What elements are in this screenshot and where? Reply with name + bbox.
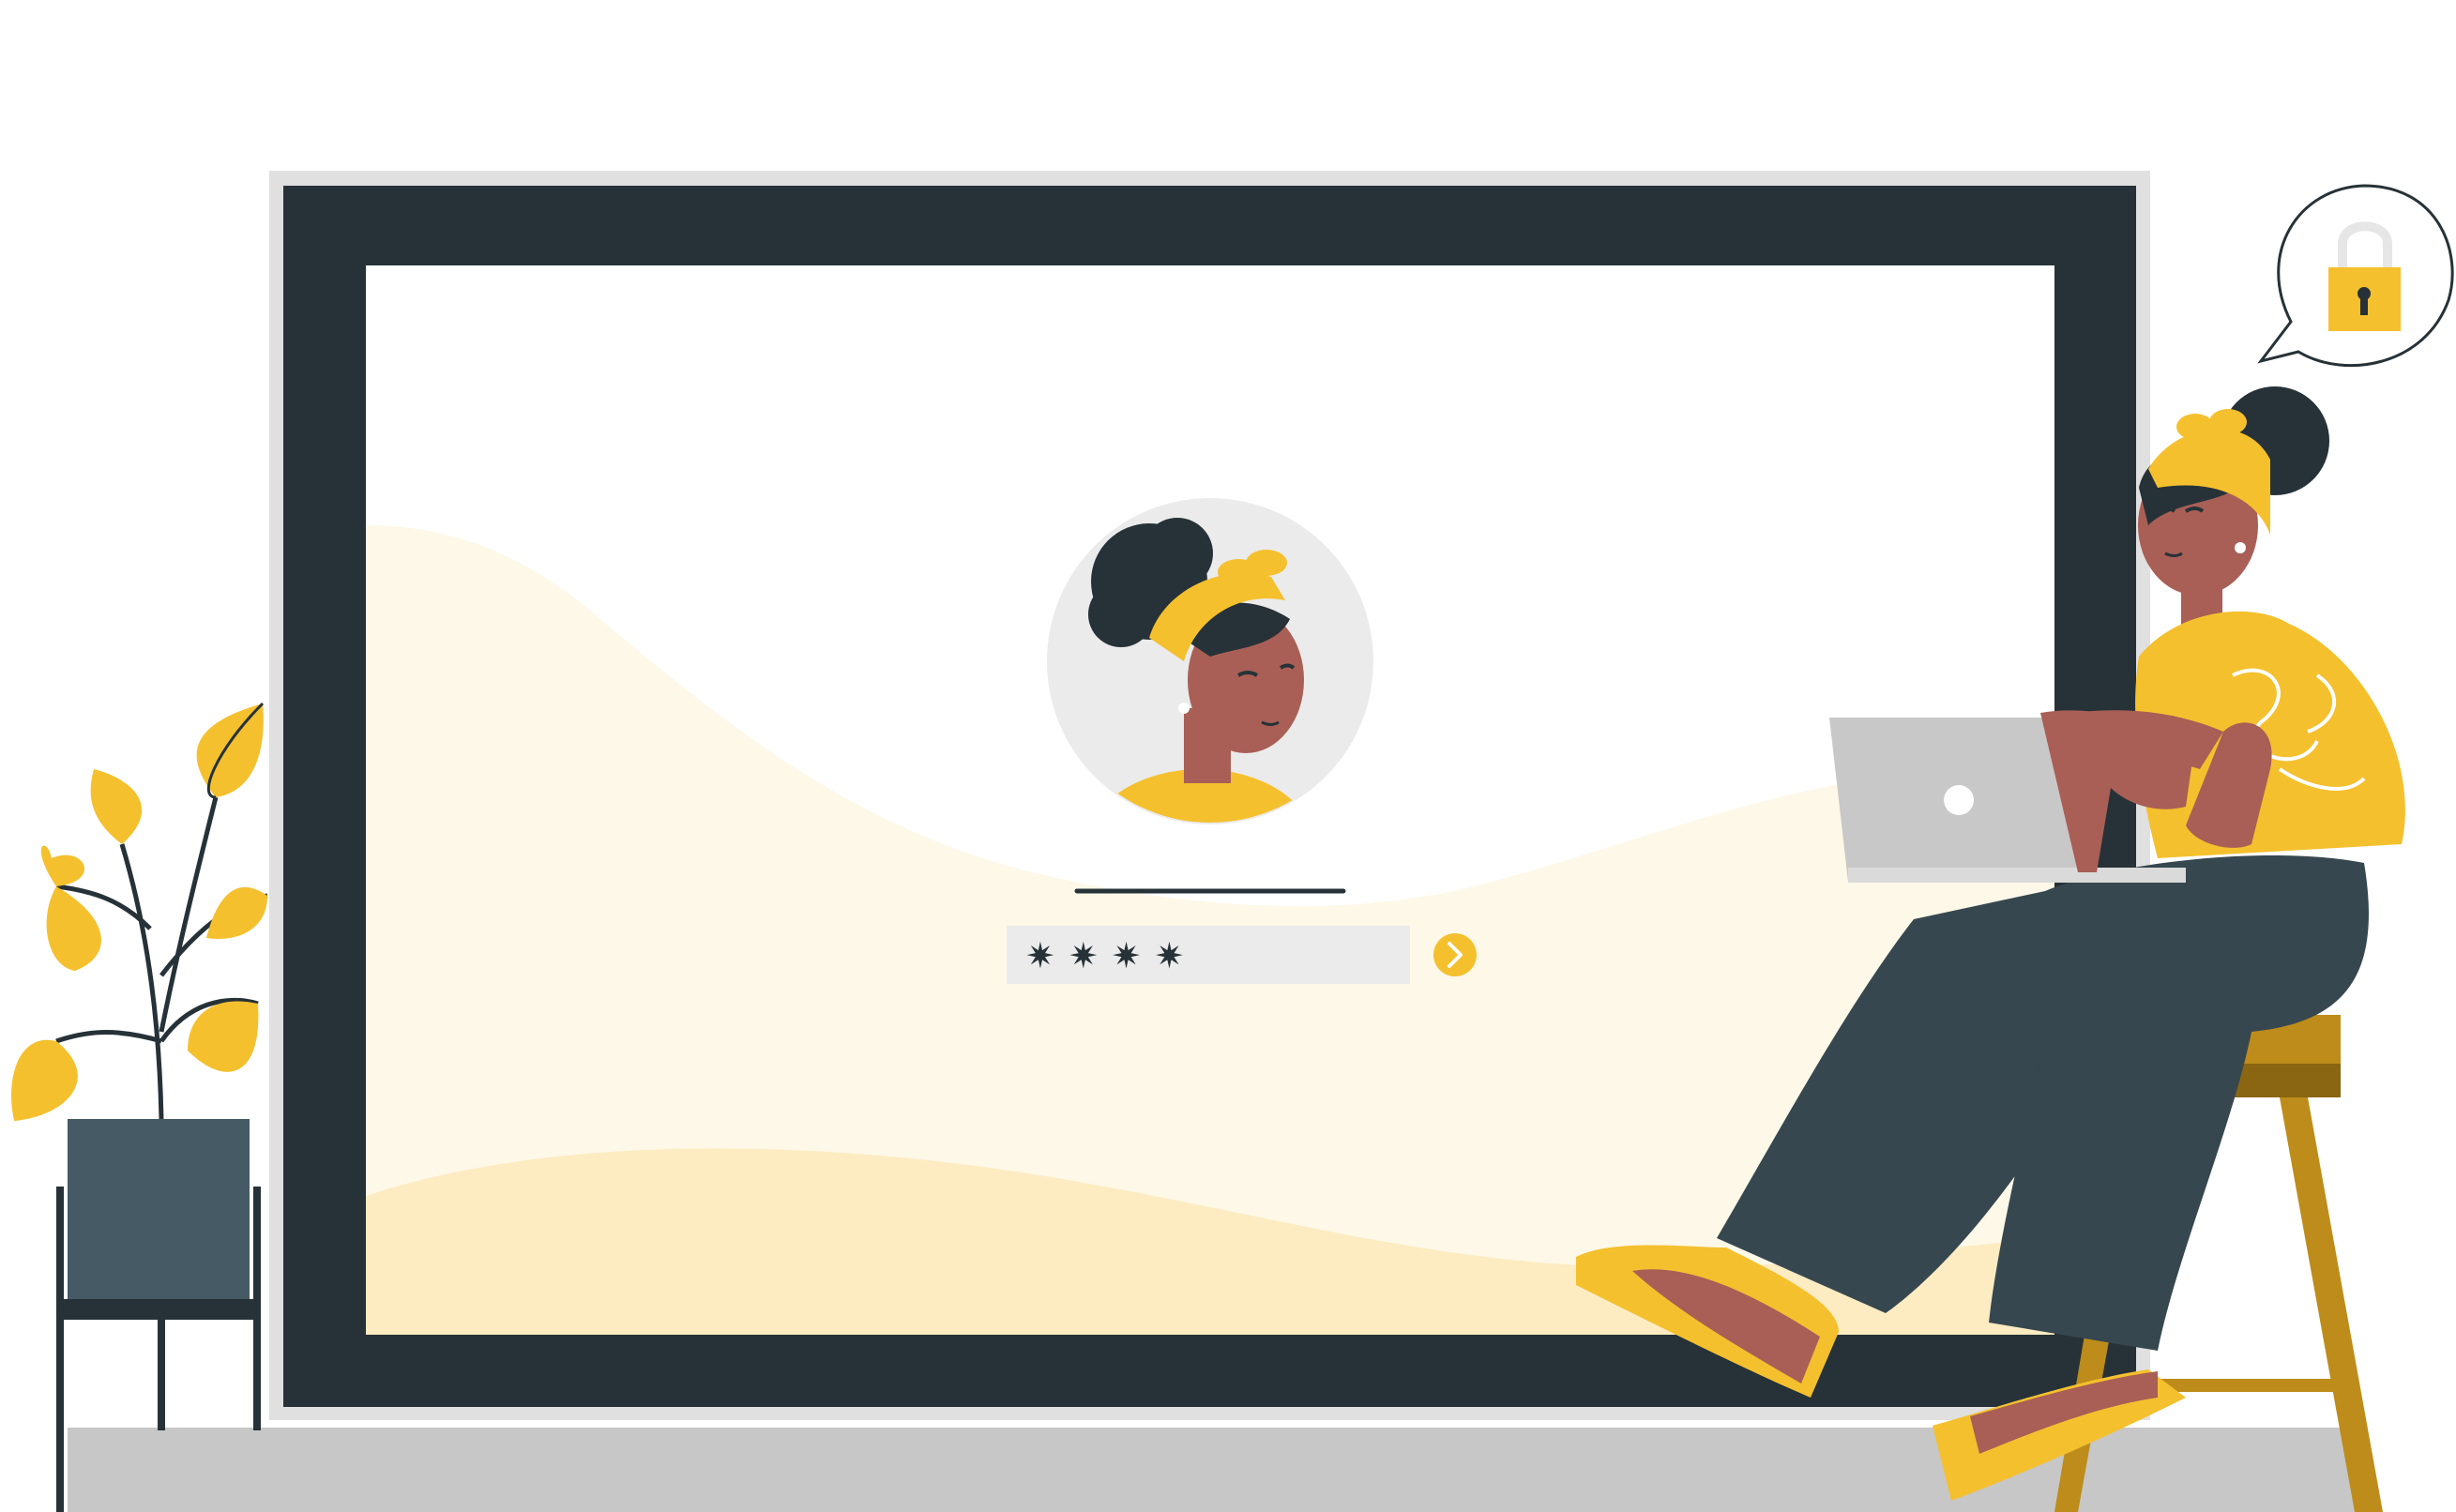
laptop-logo <box>1944 785 1974 815</box>
password-mask: ✷✷✷✷ <box>1025 935 1197 976</box>
plant-pot <box>68 1119 250 1299</box>
illustration-scene: ✷✷✷✷ <box>0 0 2456 1512</box>
login-illustration: ✷✷✷✷ <box>11 171 2454 1512</box>
submit-button[interactable] <box>1433 933 1477 976</box>
plant <box>11 702 268 1512</box>
password-field[interactable]: ✷✷✷✷ <box>1007 926 1410 984</box>
speech-bubble <box>2257 184 2454 368</box>
